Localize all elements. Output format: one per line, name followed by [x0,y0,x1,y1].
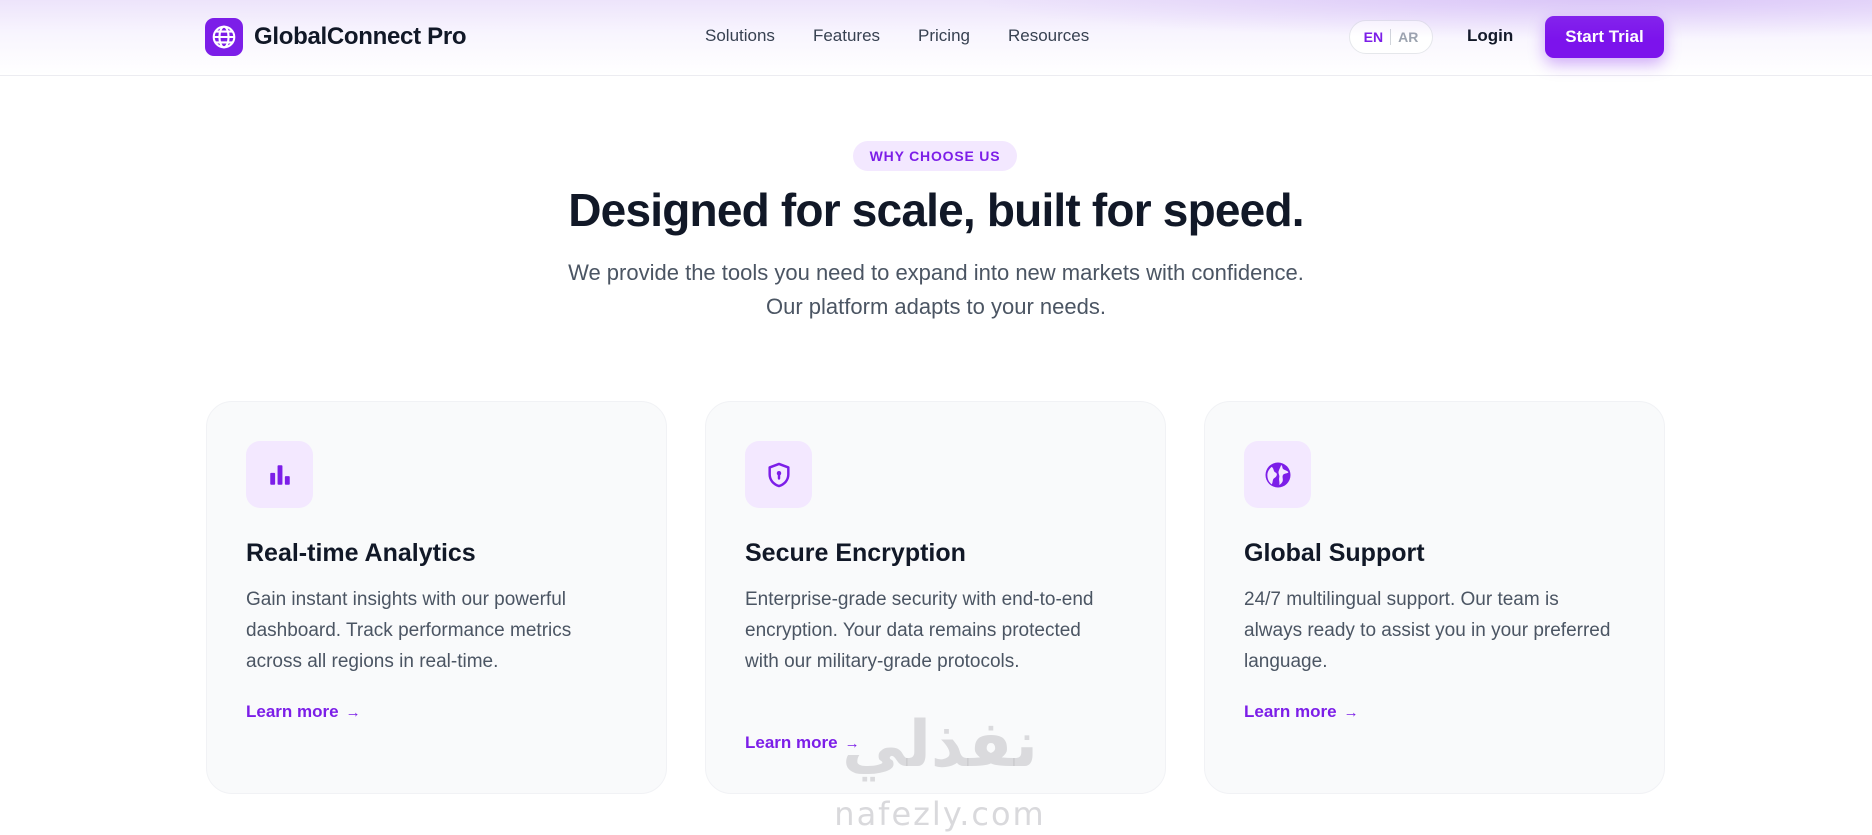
watermark-latin: nafezly.com [834,795,1046,833]
watermark-arabic: نفذلي [842,708,1038,782]
section-subtitle: We provide the tools you need to expand … [436,256,1436,324]
brand-logo-link[interactable]: GlobalConnect Pro [205,18,467,56]
arrow-right-icon: → [345,703,361,721]
main-nav: Solutions Features Pricing Resources [705,26,1089,46]
brand-name: GlobalConnect Pro [254,23,467,50]
card-description: Enterprise-grade security with end-to-en… [745,589,1094,672]
nav-link-solutions[interactable]: Solutions [705,26,775,46]
card-title: Secure Encryption [745,539,966,567]
feature-card-analytics: Real-time Analytics Gain instant insight… [206,401,667,794]
section-title: Designed for scale, built for speed. [568,184,1304,236]
top-navigation-bar: GlobalConnect Pro Solutions Features Pri… [0,0,1872,76]
language-divider [1390,29,1392,45]
language-switcher: EN AR [1349,20,1433,54]
learn-more-label: Learn more [1244,702,1337,721]
card-title: Global Support [1244,539,1425,567]
shield-lock-icon [745,441,812,508]
bar-chart-icon [246,441,313,508]
section-eyebrow-badge: WHY CHOOSE US [853,141,1017,171]
learn-more-link[interactable]: Learn more → [246,702,361,722]
language-option-ar[interactable]: AR [1398,29,1418,45]
subtitle-line-1: We provide the tools you need to expand … [568,260,1304,285]
globe-logo-icon [205,18,243,56]
card-description: Gain instant insights with our powerful … [246,589,572,672]
nav-link-features[interactable]: Features [813,26,880,46]
nav-link-pricing[interactable]: Pricing [918,26,970,46]
feature-card-support: Global Support 24/7 multilingual support… [1204,401,1665,794]
card-description: 24/7 multilingual support. Our team is a… [1244,589,1611,672]
learn-more-link[interactable]: Learn more → [1244,702,1359,722]
login-link[interactable]: Login [1467,26,1513,46]
arrow-right-icon: → [1343,703,1359,721]
learn-more-label: Learn more [246,702,339,721]
subtitle-line-2: Our platform adapts to your needs. [766,294,1106,319]
globe-icon [1244,441,1311,508]
card-title: Real-time Analytics [246,539,476,567]
nav-link-resources[interactable]: Resources [1008,26,1089,46]
language-option-en[interactable]: EN [1364,29,1383,45]
start-trial-button[interactable]: Start Trial [1545,16,1664,58]
